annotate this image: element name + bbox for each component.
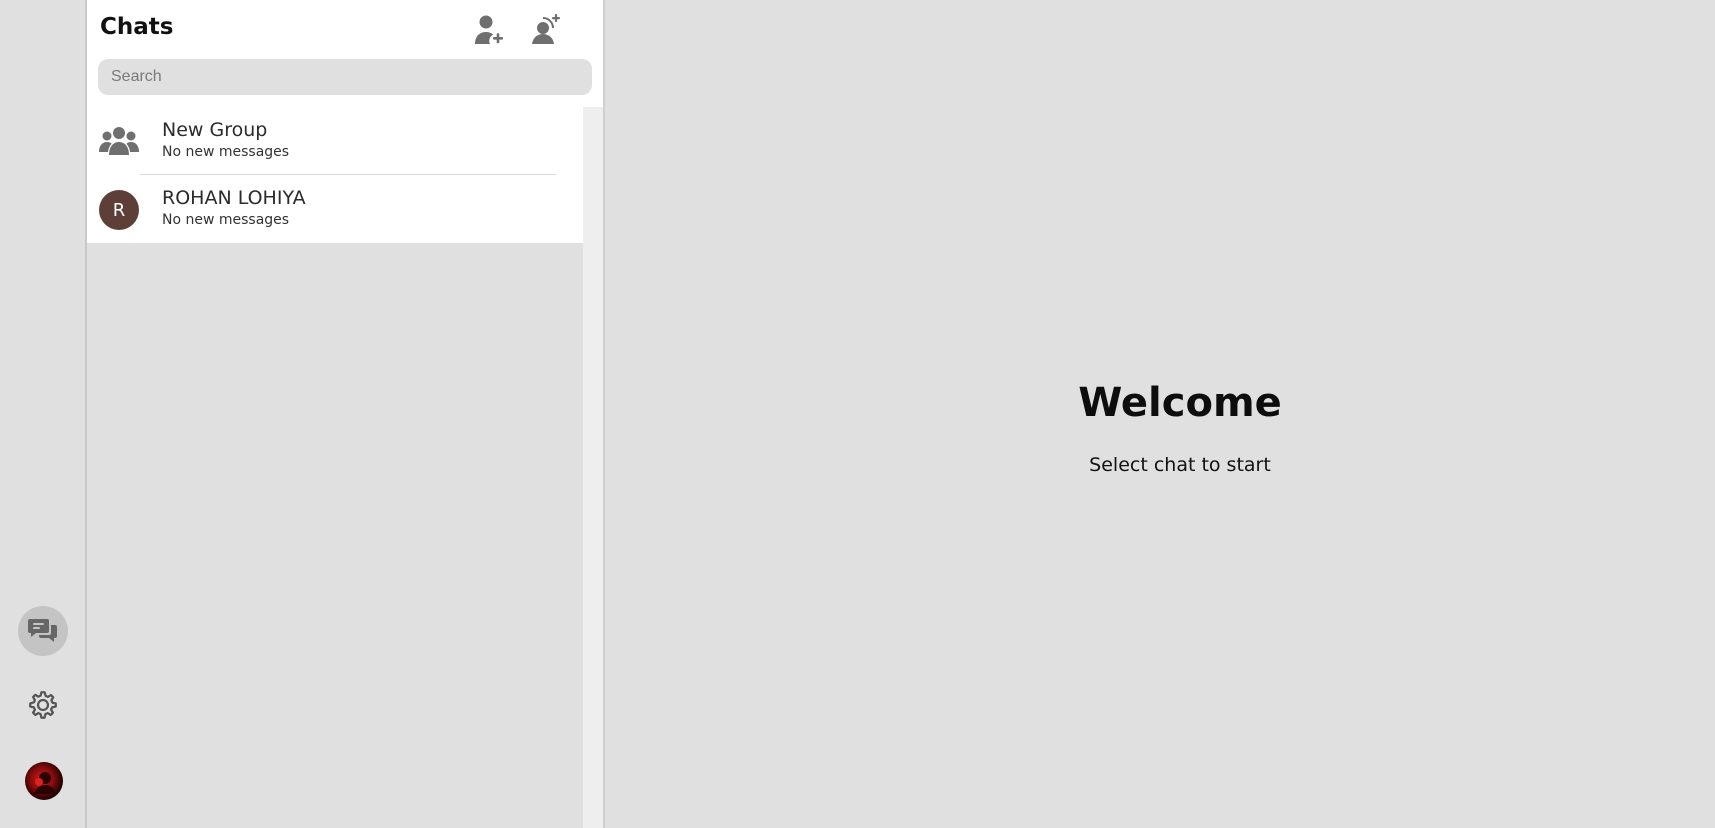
add-user-icon (475, 15, 503, 44)
group-avatar (99, 122, 139, 162)
chat-item-rohan-lohiya[interactable]: R ROHAN LOHIYA No new messages (87, 175, 583, 243)
chats-panel: Chats Search New Group No new messages R… (87, 0, 603, 828)
welcome-message: Welcome Select chat to start (605, 380, 1715, 476)
chat-name: New Group (162, 119, 268, 141)
profile-avatar[interactable] (25, 762, 63, 800)
gear-icon (29, 691, 57, 719)
chat-bubbles-icon (28, 619, 57, 642)
settings-button[interactable] (18, 680, 68, 730)
welcome-subtitle: Select chat to start (1089, 454, 1271, 476)
add-contact-button[interactable] (527, 12, 563, 48)
add-contact-icon (532, 14, 560, 44)
avatar: R (99, 190, 139, 230)
chat-list: New Group No new messages R ROHAN LOHIYA… (87, 107, 583, 243)
add-user-button[interactable] (471, 12, 507, 48)
chats-nav-button[interactable] (18, 606, 68, 656)
chats-header: Chats (87, 0, 603, 107)
chat-name: ROHAN LOHIYA (162, 187, 306, 209)
welcome-title: Welcome (1078, 380, 1282, 426)
chat-status: No new messages (162, 212, 290, 228)
chat-status: No new messages (162, 144, 290, 160)
search-input[interactable] (98, 59, 592, 95)
group-icon (99, 127, 139, 155)
chats-title: Chats (100, 14, 174, 40)
user-avatar-icon (34, 772, 56, 794)
chat-item-new-group[interactable]: New Group No new messages (87, 107, 583, 175)
left-rail (0, 0, 87, 828)
chat-list-scrollbar[interactable] (583, 107, 603, 828)
chat-app: Chats Search New Group No new messages R… (0, 0, 1715, 828)
main-area: Welcome Select chat to start (605, 0, 1715, 828)
